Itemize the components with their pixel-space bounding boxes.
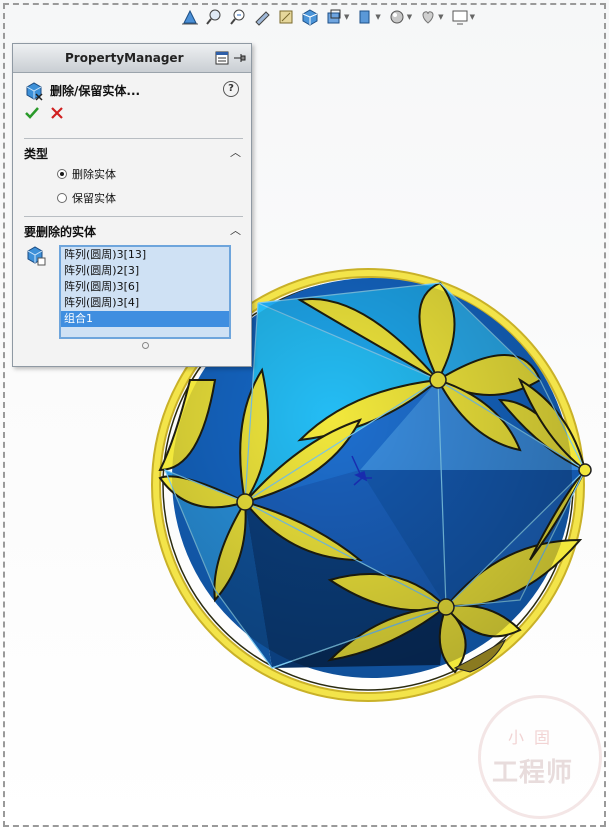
checkmark-icon (25, 107, 39, 119)
divider (24, 138, 243, 139)
type-group-title: 类型 (24, 147, 49, 161)
property-manager-title: PropertyManager (65, 51, 184, 65)
collapse-chevron-icon[interactable]: ︿ (230, 144, 241, 160)
divider (24, 216, 243, 217)
radio-indicator[interactable] (57, 193, 67, 203)
watermark-main-text: 工程师 (492, 758, 574, 788)
dropdown-arrow-icon[interactable]: ▼ (375, 13, 380, 21)
pin-icon[interactable] (233, 50, 247, 69)
zoom-to-area-icon[interactable] (204, 7, 224, 27)
watermark-top-text: 小固 (508, 728, 561, 747)
bodies-group-title: 要删除的实体 (24, 225, 97, 239)
heads-up-toolbar: ▼ ▼ ▼ ▼ ▼ (180, 4, 477, 30)
radio-label: 删除实体 (72, 168, 116, 181)
radio-label: 保留实体 (72, 192, 116, 205)
feature-header: 删除/保留实体... ? (13, 73, 251, 103)
graphics-area[interactable]: ▼ ▼ ▼ ▼ ▼ PropertyManager 删除/保留实体... ? 类… (0, 0, 609, 830)
dropdown-arrow-icon[interactable]: ▼ (407, 13, 412, 21)
property-manager-header: PropertyManager (13, 44, 251, 73)
bodies-to-delete-list[interactable]: 阵列(圆周)3[13] 阵列(圆周)2[3] 阵列(圆周)3[6] 阵列(圆周)… (59, 245, 231, 339)
section-view-icon[interactable] (252, 7, 272, 27)
zoom-to-fit-icon[interactable] (180, 7, 200, 27)
show-preview-icon[interactable] (215, 50, 229, 69)
list-item[interactable]: 阵列(圆周)2[3] (61, 263, 229, 279)
help-button[interactable]: ? (223, 81, 239, 97)
list-item[interactable]: 阵列(圆周)3[4] (61, 295, 229, 311)
list-item-selected[interactable]: 组合1 (61, 311, 229, 327)
hide-show-items-icon[interactable] (355, 7, 375, 27)
dropdown-arrow-icon[interactable]: ▼ (344, 13, 349, 21)
view-settings-icon[interactable] (450, 7, 470, 27)
solid-bodies-icon (25, 245, 47, 271)
feature-title: 删除/保留实体... (50, 84, 141, 98)
radio-keep-bodies[interactable]: 保留实体 (57, 190, 116, 206)
dropdown-arrow-icon[interactable]: ▼ (438, 13, 443, 21)
edit-appearance-icon[interactable] (387, 7, 407, 27)
delete-body-icon (24, 81, 44, 105)
view-orientation-icon[interactable] (300, 7, 320, 27)
confirm-row (13, 103, 251, 125)
list-item[interactable]: 阵列(圆周)3[6] (61, 279, 229, 295)
x-icon (51, 107, 63, 119)
collapse-chevron-icon[interactable]: ︿ (230, 222, 241, 238)
radio-delete-bodies[interactable]: 删除实体 (57, 166, 116, 182)
previous-view-icon[interactable] (228, 7, 248, 27)
resize-grip[interactable] (142, 342, 149, 349)
display-style-icon[interactable] (324, 7, 344, 27)
dynamic-annotation-icon[interactable] (276, 7, 296, 27)
ok-button[interactable] (24, 105, 40, 125)
apply-scene-icon[interactable] (418, 7, 438, 27)
radio-indicator[interactable] (57, 169, 67, 179)
dropdown-arrow-icon[interactable]: ▼ (470, 13, 475, 21)
property-manager-panel: PropertyManager 删除/保留实体... ? 类型 ︿ 删除实体 保… (12, 43, 252, 367)
cancel-button[interactable] (50, 105, 64, 124)
list-item[interactable]: 阵列(圆周)3[13] (61, 247, 229, 263)
